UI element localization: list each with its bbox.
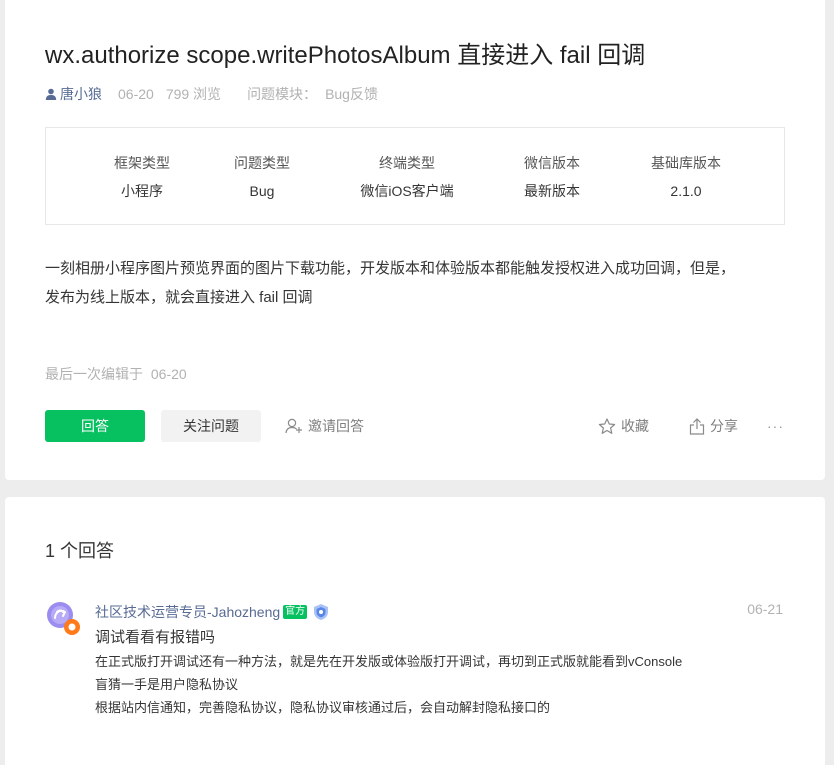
author-link[interactable]: 唐小狼 [45,84,102,104]
author-name: 唐小狼 [60,86,102,102]
info-header: 问题类型 [234,155,290,171]
info-lib-version: 基础库版本 2.1.0 [651,153,721,201]
more-icon[interactable]: ··· [767,414,784,438]
answer-author[interactable]: 社区技术运营专员-Jahozheng [95,602,280,622]
answer-button[interactable]: 回答 [45,410,145,442]
last-edited-label: 最后一次编辑于 [45,366,143,382]
favorite-label: 收藏 [621,418,649,434]
avatar[interactable] [45,600,81,636]
question-info-table: 框架类型 小程序 问题类型 Bug 终端类型 微信iOS客户端 微信版本 最新版… [45,127,785,225]
user-icon [45,88,57,100]
answers-card: 1 个回答 社区技术运营专员-Jahozheng 官方 06-21 调试看看有报… [5,497,825,765]
info-header: 微信版本 [524,155,580,171]
question-body: 一刻相册小程序图片预览界面的图片下载功能，开发版本和体验版本都能触发授权进入成功… [45,254,790,312]
shield-icon [314,604,329,620]
answers-count: 1 个回答 [45,541,115,561]
share-icon [689,417,705,435]
info-header: 终端类型 [379,155,435,171]
answer-line: 根据站内信通知，完善隐私协议，隐私协议审核通过后，会自动解封隐私接口的 [95,700,551,715]
invite-icon [285,418,302,434]
invite-answer-button[interactable]: 邀请回答 [285,414,364,438]
question-body-line: 发布为线上版本，就会直接进入 fail 回调 [45,289,313,306]
info-framework: 框架类型 小程序 [114,153,170,201]
info-header: 框架类型 [114,155,170,171]
question-card: wx.authorize scope.writePhotosAlbum 直接进入… [5,0,825,480]
share-button[interactable]: 分享 [689,414,738,438]
info-problem-type: 问题类型 Bug [234,153,290,201]
info-terminal-type: 终端类型 微信iOS客户端 [360,153,453,201]
invite-answer-label: 邀请回答 [308,418,364,434]
info-wechat-version: 微信版本 最新版本 [524,153,580,201]
answer-date: 06-21 [747,601,783,617]
question-title: wx.authorize scope.writePhotosAlbum 直接进入… [45,42,646,69]
info-value: 2.1.0 [670,183,702,199]
answer-title: 调试看看有报错吗 [95,629,216,646]
share-label: 分享 [710,418,738,434]
question-date: 06-20 [118,86,154,102]
answer-line: 在正式版打开调试还有一种方法，就是先在开发版或体验版打开调试，再切到正式版就能看… [95,654,683,669]
question-body-line: 一刻相册小程序图片预览界面的图片下载功能，开发版本和体验版本都能触发授权进入成功… [45,260,736,277]
info-value: 小程序 [121,183,163,199]
last-edited-date: 06-20 [150,366,187,382]
view-count: 799 浏览 [165,86,222,102]
info-value: 最新版本 [524,183,580,199]
avatar-icon [47,602,80,635]
last-edited: 最后一次编辑于 06-20 [45,364,187,384]
question-meta: 唐小狼 06-20 799 浏览 问题模块： Bug反馈 [45,84,378,104]
star-icon [598,417,616,434]
answer-line: 盲猜一手是用户隐私协议 [95,677,239,692]
info-value: Bug [249,183,275,199]
info-value: 微信iOS客户端 [360,183,454,199]
official-badge: 官方 [283,605,308,619]
info-header: 基础库版本 [651,155,721,171]
favorite-button[interactable]: 收藏 [598,414,649,438]
answer-author-row: 社区技术运营专员-Jahozheng 官方 [95,602,330,622]
follow-question-button[interactable]: 关注问题 [161,410,261,442]
module-label: 问题模块： [247,86,318,102]
module-value[interactable]: Bug反馈 [325,84,378,104]
